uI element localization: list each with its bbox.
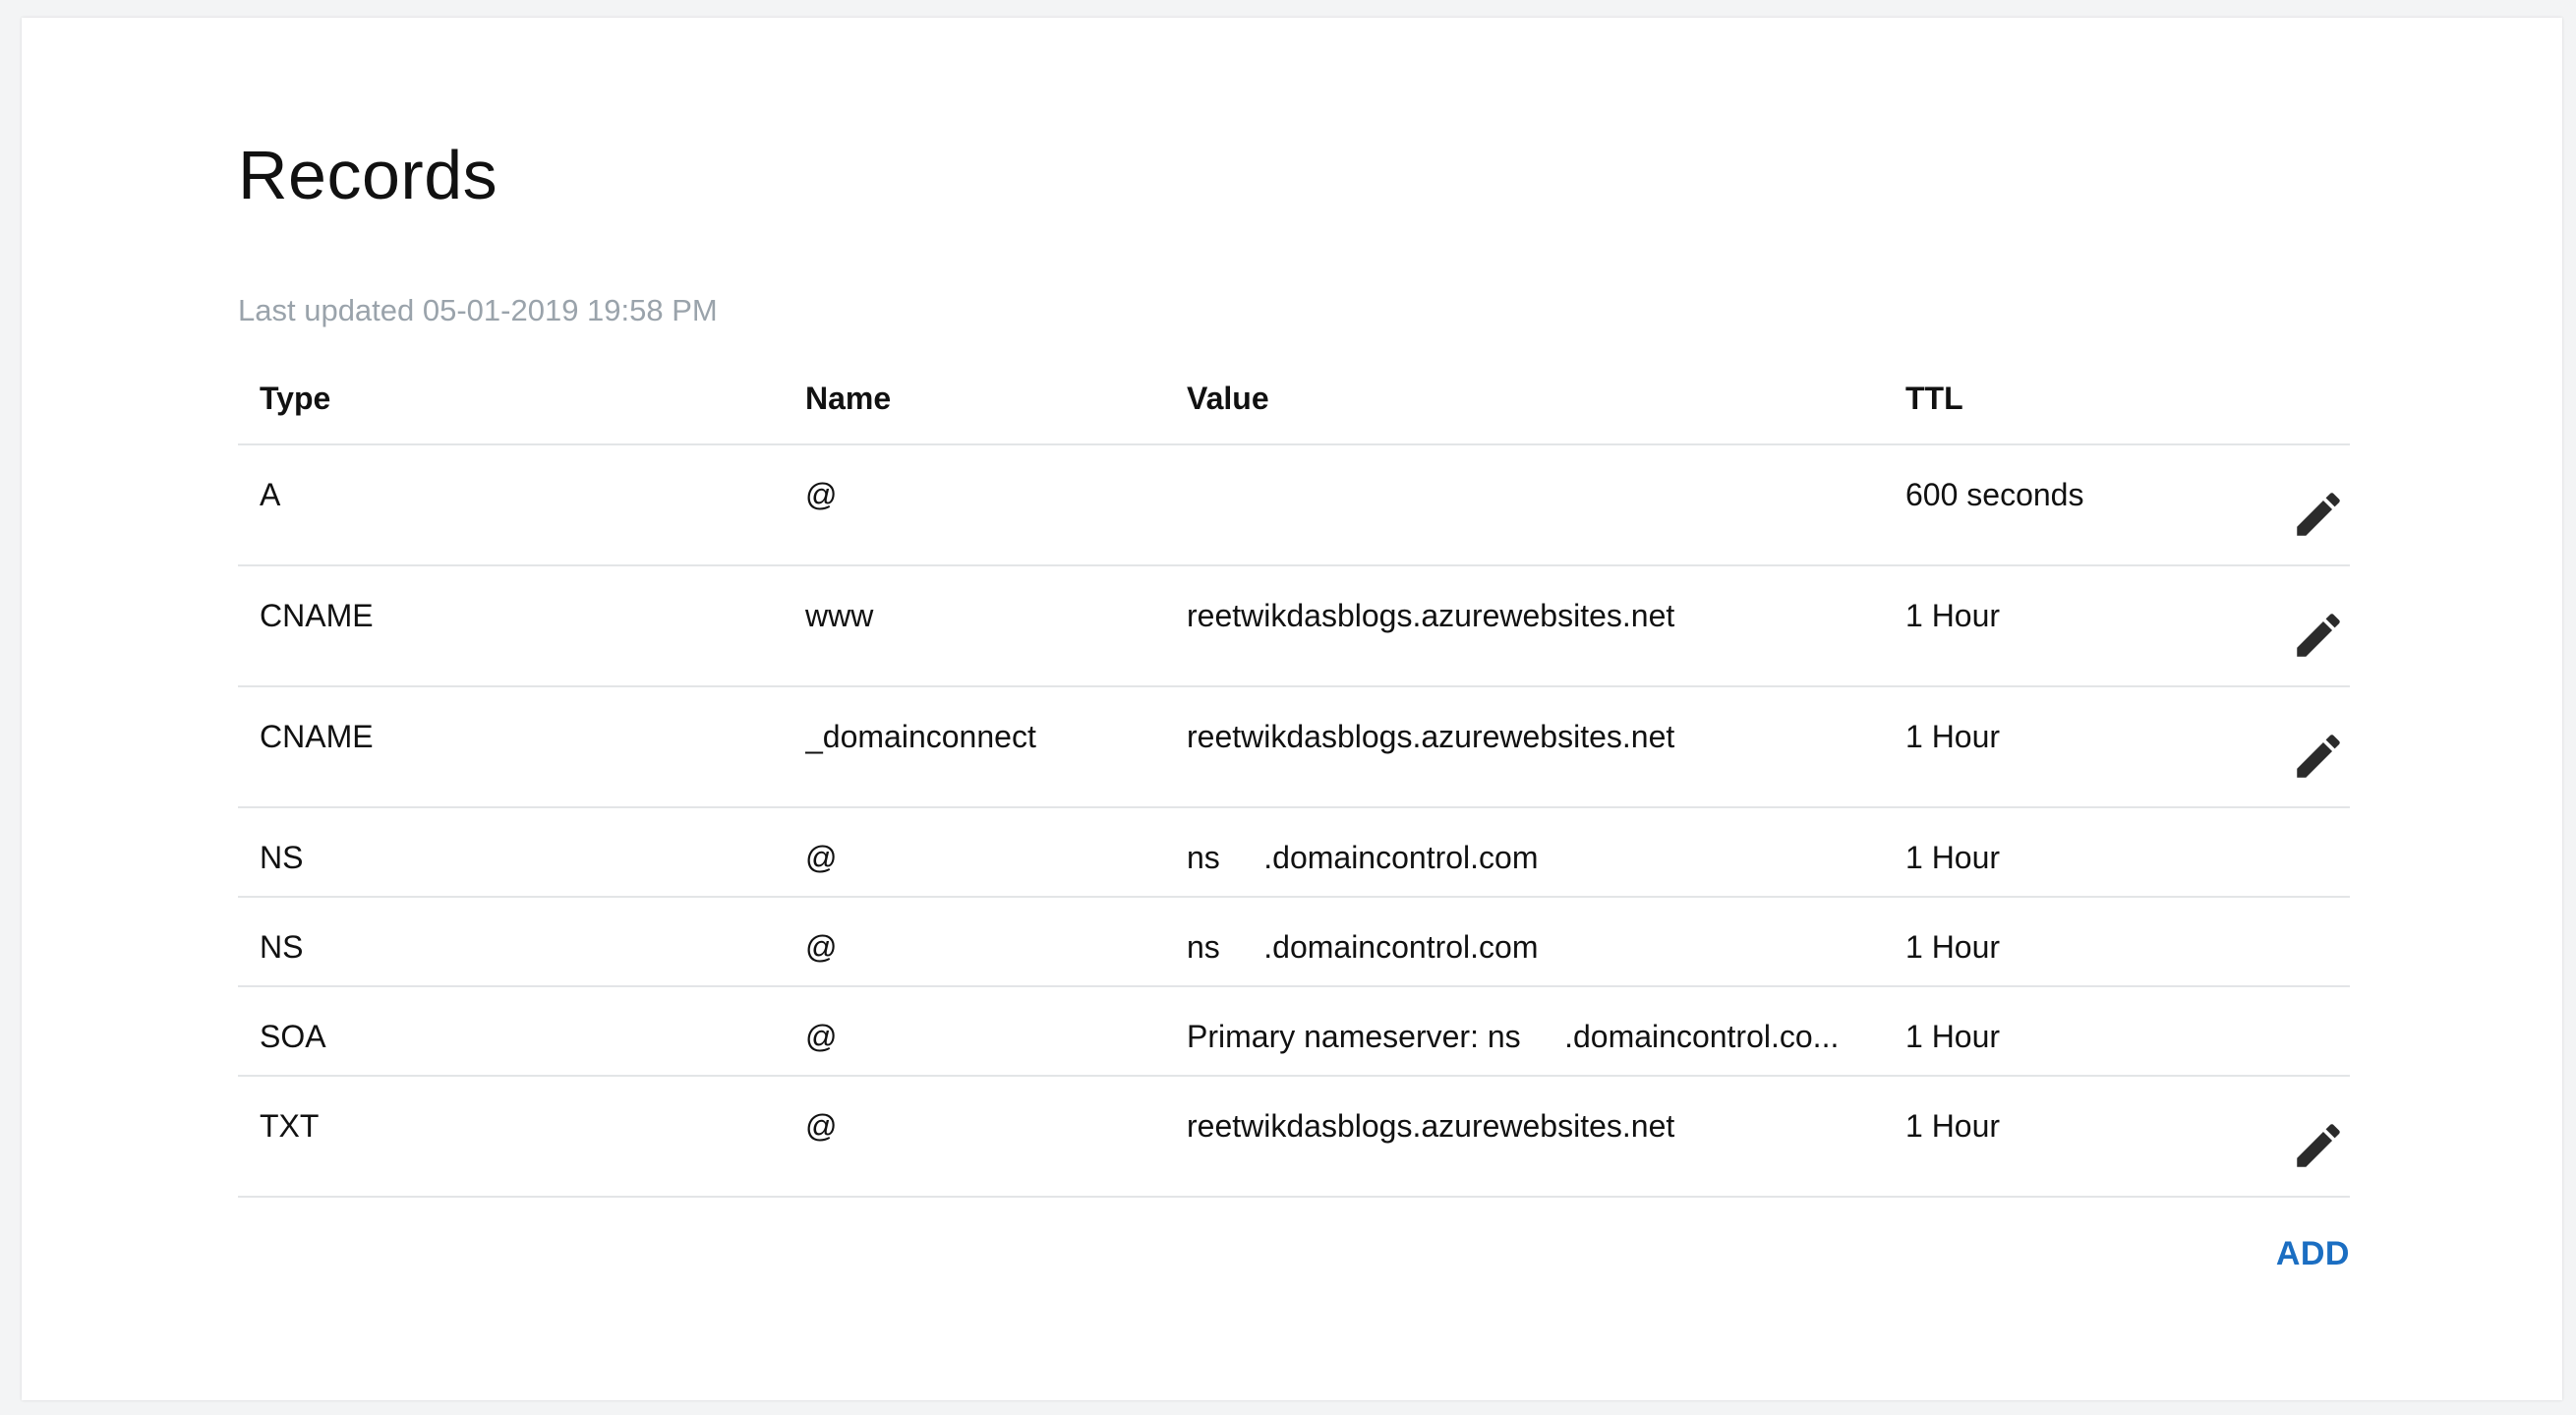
add-record-button[interactable]: ADD xyxy=(2276,1235,2350,1273)
table-header-row: Type Name Value TTL xyxy=(238,357,2350,445)
record-ttl: 1 Hour xyxy=(1905,840,2001,875)
page-title: Records xyxy=(238,137,498,213)
record-name: @ xyxy=(805,840,838,875)
record-type: CNAME xyxy=(260,598,374,633)
record-name: _domainconnect xyxy=(805,719,1036,754)
record-name: @ xyxy=(805,929,838,965)
record-type: NS xyxy=(260,929,304,965)
record-name: @ xyxy=(805,477,838,512)
pencil-icon xyxy=(2297,1124,2340,1167)
record-type: NS xyxy=(260,840,304,875)
column-header-value: Value xyxy=(1187,381,1269,416)
table-row: NS @ ns .domaincontrol.com 1 Hour xyxy=(238,808,2350,898)
table-row: A @ 600 seconds xyxy=(238,445,2350,566)
record-ttl: 1 Hour xyxy=(1905,1108,2001,1144)
record-value: reetwikdasblogs.azurewebsites.net xyxy=(1187,719,1675,754)
table-row: CNAME www reetwikdasblogs.azurewebsites.… xyxy=(238,566,2350,687)
record-value: ns .domaincontrol.com xyxy=(1187,840,1539,875)
record-value: Primary nameserver: ns .domaincontrol.co… xyxy=(1187,1019,1840,1054)
dns-records-card: Records Last updated 05-01-2019 19:58 PM… xyxy=(22,18,2562,1400)
record-ttl: 600 seconds xyxy=(1905,477,2084,512)
record-value: reetwikdasblogs.azurewebsites.net xyxy=(1187,1108,1675,1144)
column-header-type: Type xyxy=(260,381,331,416)
record-type: A xyxy=(260,477,281,512)
column-header-ttl: TTL xyxy=(1905,381,1963,416)
record-ttl: 1 Hour xyxy=(1905,929,2001,965)
edit-record-button[interactable] xyxy=(2287,1114,2350,1177)
last-updated-text: Last updated 05-01-2019 19:58 PM xyxy=(238,293,718,327)
record-value: ns .domaincontrol.com xyxy=(1187,929,1539,965)
table-row: CNAME _domainconnect reetwikdasblogs.azu… xyxy=(238,687,2350,808)
table-row: TXT @ reetwikdasblogs.azurewebsites.net … xyxy=(238,1077,2350,1198)
pencil-icon xyxy=(2297,493,2340,536)
record-name: www xyxy=(805,598,874,633)
edit-record-button[interactable] xyxy=(2287,483,2350,546)
record-name: @ xyxy=(805,1108,838,1144)
record-type: SOA xyxy=(260,1019,326,1054)
edit-record-button[interactable] xyxy=(2287,604,2350,667)
record-value: reetwikdasblogs.azurewebsites.net xyxy=(1187,598,1675,633)
table-row: SOA @ Primary nameserver: ns .domaincont… xyxy=(238,987,2350,1077)
column-header-name: Name xyxy=(805,381,892,416)
record-type: TXT xyxy=(260,1108,320,1144)
edit-record-button[interactable] xyxy=(2287,725,2350,788)
record-ttl: 1 Hour xyxy=(1905,598,2001,633)
pencil-icon xyxy=(2297,614,2340,657)
table-row: NS @ ns .domaincontrol.com 1 Hour xyxy=(238,898,2350,987)
record-type: CNAME xyxy=(260,719,374,754)
record-ttl: 1 Hour xyxy=(1905,1019,2001,1054)
pencil-icon xyxy=(2297,735,2340,778)
records-table: Type Name Value TTL A @ 600 seconds CNAM… xyxy=(238,357,2350,1198)
record-ttl: 1 Hour xyxy=(1905,719,2001,754)
record-name: @ xyxy=(805,1019,838,1054)
